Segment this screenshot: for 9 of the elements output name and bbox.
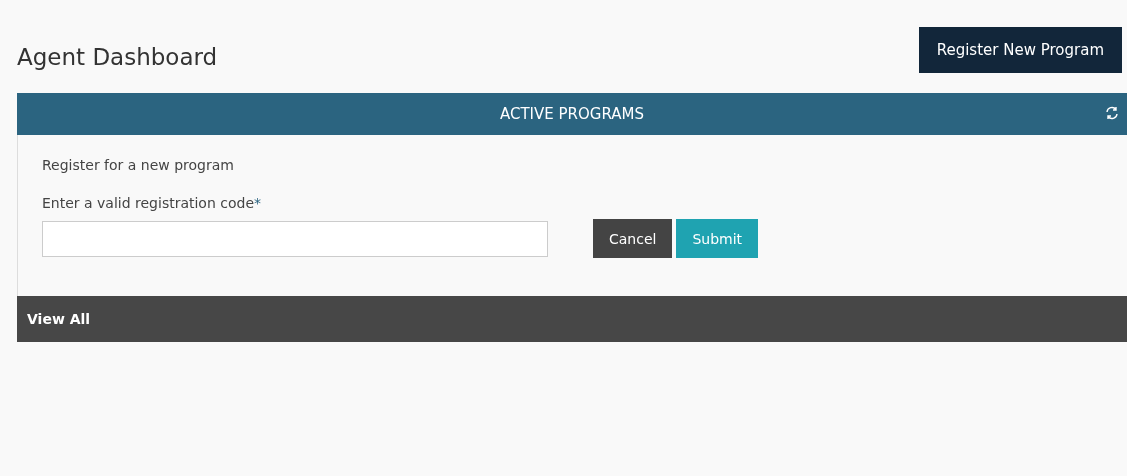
panel-title: ACTIVE PROGRAMS [500,105,644,123]
page-title: Agent Dashboard [17,44,218,70]
cancel-button[interactable]: Cancel [593,219,673,258]
refresh-icon[interactable] [1105,106,1119,120]
registration-code-input[interactable] [42,220,548,257]
field-label: Enter a valid registration code* [42,195,263,211]
form-heading: Register for a new program [42,157,235,173]
register-new-program-button[interactable]: Register New Program [918,27,1122,73]
view-all-link[interactable]: View All [27,311,91,327]
